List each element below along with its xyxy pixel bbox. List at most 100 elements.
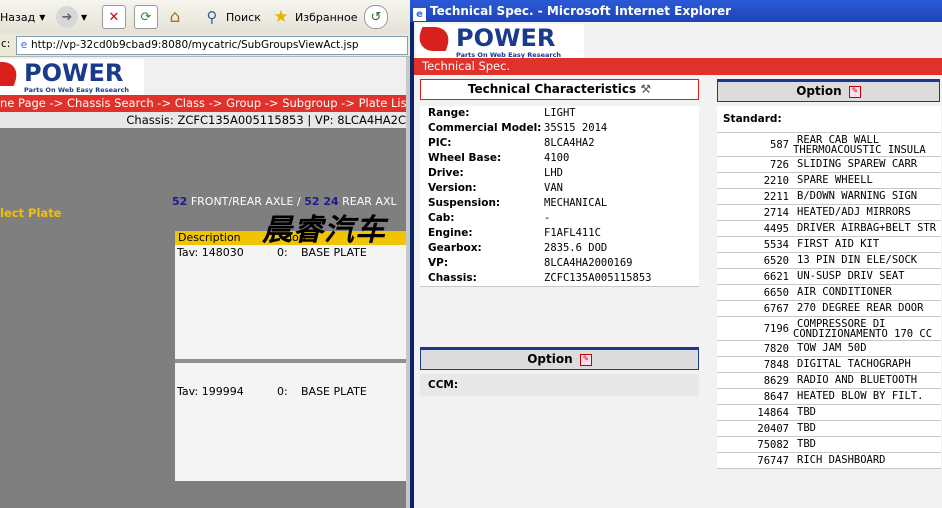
option-row: 6650 AIR CONDITIONER xyxy=(717,285,941,301)
option-title: Option xyxy=(527,352,573,366)
option-description: TBD xyxy=(797,422,816,434)
option-code: 2210 xyxy=(763,175,789,187)
address-label: с: xyxy=(1,38,11,50)
characteristic-key: Suspension: xyxy=(428,197,501,209)
option-description: HEATED/ADJ MIRRORS xyxy=(797,206,911,218)
option-description: AIR CONDITIONER xyxy=(797,286,892,298)
characteristic-row: Chassis: ZCFC135A005115853 xyxy=(420,271,699,287)
home-button[interactable]: ⌂ xyxy=(164,5,189,29)
search-icon: ⚲ xyxy=(206,8,218,26)
plate-qty: 0: xyxy=(277,385,288,398)
option-code: 2211 xyxy=(763,191,789,203)
plate-tav: Tav: 199994 xyxy=(177,385,244,398)
characteristic-row: PIC: 8LCA4HA2 xyxy=(420,136,699,152)
stop-icon: ✕ xyxy=(102,5,126,29)
tools-icon: ⚒ xyxy=(640,82,652,96)
option-row: 587 REAR CAB WALL THERMOACOUSTIC INSULA xyxy=(717,133,941,157)
option-row: 6520 13 PIN DIN ELE/SOCK xyxy=(717,253,941,269)
plate-tav: Tav: 148030 xyxy=(177,246,244,259)
logo-swoosh-icon xyxy=(0,62,23,86)
address-input[interactable]: e http://vp-32cd0b9cbad9:8080/mycatric/Su… xyxy=(16,36,408,55)
option-code: 5534 xyxy=(763,239,789,251)
characteristic-key: Range: xyxy=(428,107,470,119)
ccm-row: CCM: xyxy=(420,374,699,396)
option-description: RADIO AND BLUETOOTH xyxy=(797,374,918,386)
characteristic-key: Gearbox: xyxy=(428,242,482,254)
characteristic-row: Suspension: MECHANICAL xyxy=(420,196,699,212)
refresh-button[interactable]: ⟳ xyxy=(134,5,161,29)
chevron-down-icon: ▼ xyxy=(39,12,46,22)
option-description-line2: THERMOACOUSTIC INSULA xyxy=(793,144,926,156)
favorites-button[interactable]: ★ Избранное xyxy=(270,5,357,29)
option-description: 13 PIN DIN ELE/SOCK xyxy=(797,254,918,266)
breadcrumb[interactable]: ne Page -> Chassis Search -> Class -> Gr… xyxy=(0,95,406,112)
characteristic-row: VP: 8LCA4HA2000169 xyxy=(420,256,699,272)
option-code: 2714 xyxy=(763,207,789,219)
plate-separator xyxy=(175,359,406,363)
option-header: Option ✎ xyxy=(420,347,699,370)
characteristic-row: Drive: LHD xyxy=(420,166,699,182)
characteristic-value: - xyxy=(544,212,551,224)
characteristic-row: Cab: - xyxy=(420,211,699,227)
option-description: B/DOWN WARNING SIGN xyxy=(797,190,918,202)
characteristic-value: 4100 xyxy=(544,152,570,164)
characteristic-value: LHD xyxy=(544,167,563,179)
option-row: 8629 RADIO AND BLUETOOTH xyxy=(717,373,941,389)
edit-icon: ✎ xyxy=(579,353,592,366)
plate-row[interactable]: Tav: 199994 0: BASE PLATE xyxy=(177,385,367,398)
forward-button[interactable]: ➜ ▼ xyxy=(56,5,87,29)
left-page-content: POWER Parts On Web Easy Research ne Page… xyxy=(0,57,406,508)
address-url: http://vp-32cd0b9cbad9:8080/mycatric/Sub… xyxy=(31,39,359,51)
characteristic-key: VP: xyxy=(428,257,449,269)
search-button[interactable]: ⚲ Поиск xyxy=(201,5,261,29)
stop-button[interactable]: ✕ xyxy=(102,5,129,29)
window-title-bar: e Technical Spec. - Microsoft Internet Ex… xyxy=(410,0,942,22)
standard-row: Standard: xyxy=(717,106,941,133)
home-icon: ⌂ xyxy=(169,7,181,27)
option-description: DIGITAL TACHOGRAPH xyxy=(797,358,911,370)
back-button[interactable]: Назад ▼ xyxy=(0,5,45,29)
characteristic-value: 8LCA4HA2 xyxy=(544,137,595,149)
search-label: Поиск xyxy=(226,10,261,24)
option-code: 8647 xyxy=(763,391,789,403)
option-row: 5534 FIRST AID KIT xyxy=(717,237,941,253)
option-description: 270 DEGREE REAR DOOR xyxy=(797,302,924,314)
browser-toolbar: Назад ▼ ➜ ▼ ✕ ⟳ ⌂ ⚲ Поиск ★ Избранное ↺ xyxy=(0,0,410,35)
option-code: 20407 xyxy=(757,423,789,435)
power-logo: POWER Parts On Web Easy Research xyxy=(413,24,584,59)
characteristic-key: Cab: xyxy=(428,212,455,224)
option-description: FIRST AID KIT xyxy=(797,238,880,250)
logo-tagline: Parts On Web Easy Research xyxy=(24,86,130,94)
option-description: TBD xyxy=(797,438,816,450)
option-code: 726 xyxy=(770,159,789,171)
chevron-down-icon: ▼ xyxy=(81,12,88,22)
tech-characteristics-title: Technical Characteristics xyxy=(467,82,637,96)
characteristic-value: 8LCA4HA2000169 xyxy=(544,257,633,269)
select-plate-label: lect Plate xyxy=(0,206,62,220)
history-icon: ↺ xyxy=(364,5,388,29)
option-row: 7196 COMPRESSORE DI CONDIZIONAMENTO 170 CC xyxy=(717,317,941,341)
characteristic-value: F1AFL411C xyxy=(544,227,601,239)
option-code: 7848 xyxy=(763,359,789,371)
option-code: 8629 xyxy=(763,375,789,387)
characteristic-value: MECHANICAL xyxy=(544,197,608,209)
characteristic-key: Version: xyxy=(428,182,477,194)
option-right-header: Option ✎ xyxy=(717,79,940,102)
option-description: SPARE WHEELL xyxy=(797,174,873,186)
option-code: 6767 xyxy=(763,303,789,315)
characteristic-value: 2835.6 DOD xyxy=(544,242,608,254)
option-code: 6621 xyxy=(763,271,789,283)
technical-spec-bar: Technical Spec. xyxy=(414,58,942,75)
characteristic-value: ZCFC135A005115853 xyxy=(544,272,652,284)
window-title: Technical Spec. - Microsoft Internet Exp… xyxy=(430,4,732,18)
chassis-line: Chassis: ZCFC135A005115853 | VP: 8LCA4HA… xyxy=(0,112,406,128)
characteristic-row: Version: VAN xyxy=(420,181,699,197)
logo-word: POWER xyxy=(24,59,124,87)
option-row: 6621 UN-SUSP DRIV SEAT xyxy=(717,269,941,285)
option-code: 76747 xyxy=(757,455,789,467)
plate-row[interactable]: Tav: 148030 0: BASE PLATE xyxy=(177,246,367,259)
axle-group-number[interactable]: 52 xyxy=(172,195,187,208)
option-row: 6767 270 DEGREE REAR DOOR xyxy=(717,301,941,317)
forward-arrow-icon: ➜ xyxy=(56,6,78,28)
history-button[interactable]: ↺ xyxy=(364,5,391,29)
